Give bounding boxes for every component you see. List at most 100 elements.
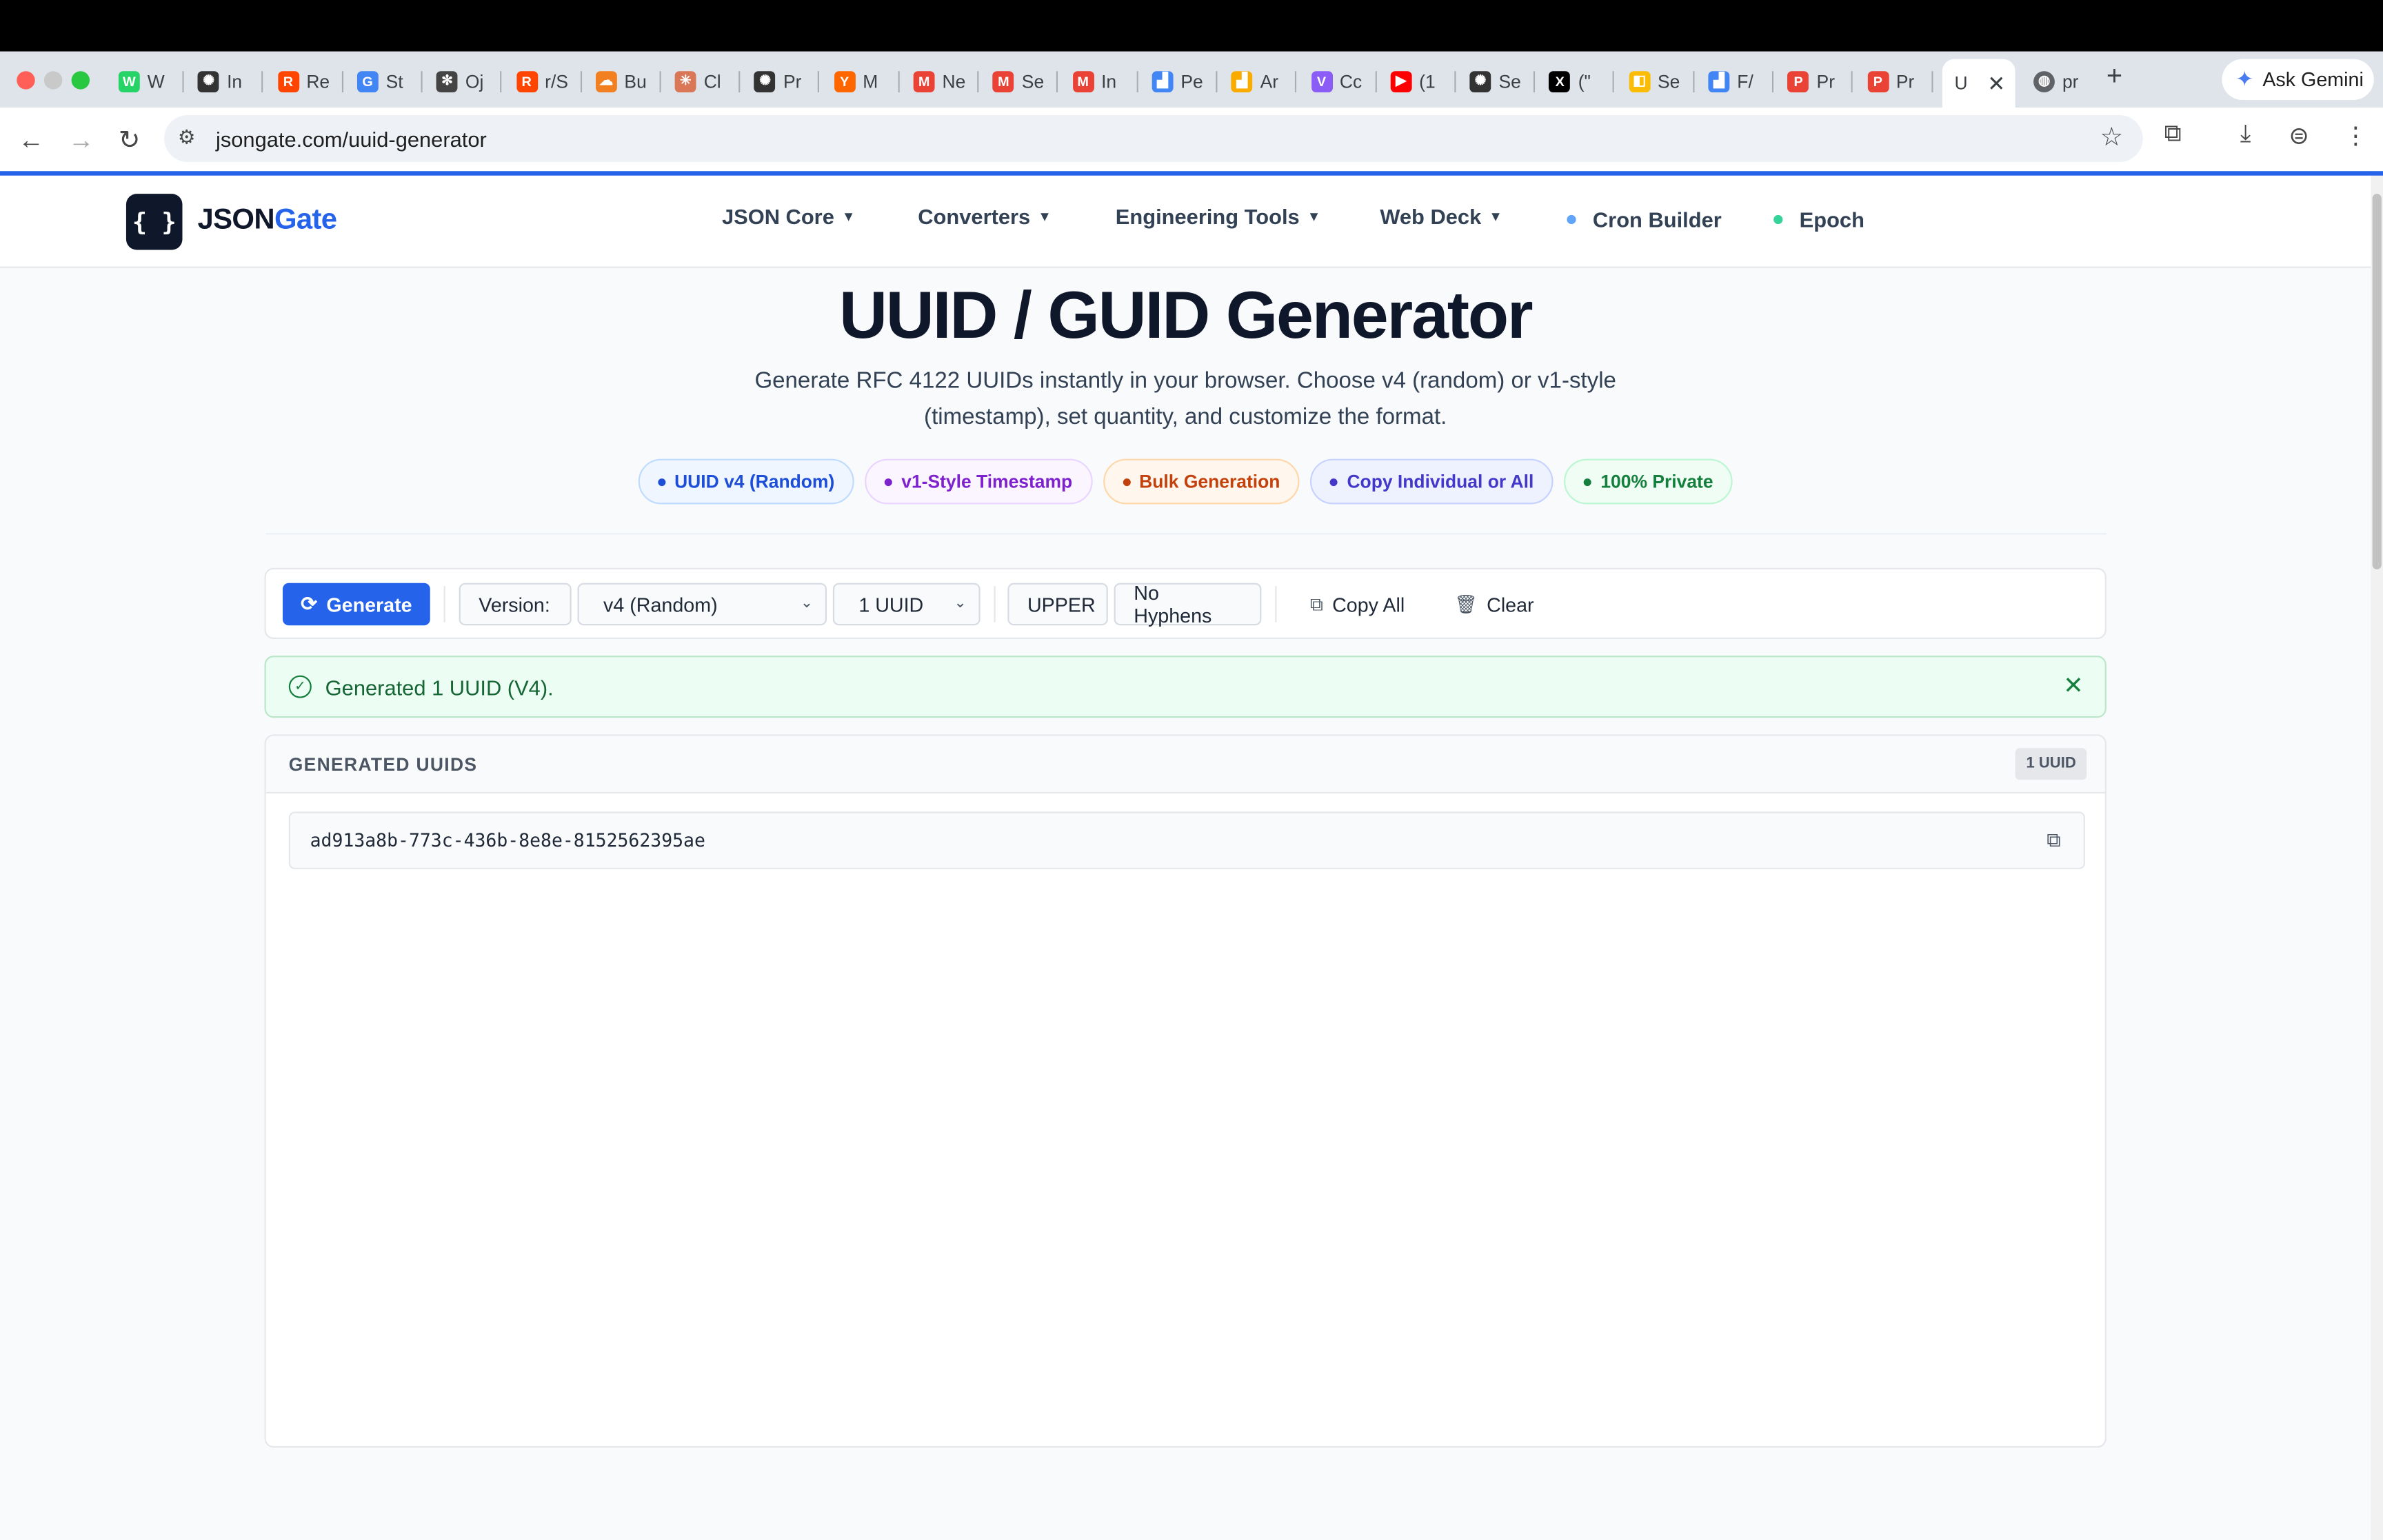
tab-separator <box>341 71 343 92</box>
url-text[interactable]: jsongate.com/uuid-generator <box>216 128 487 152</box>
browser-tab[interactable]: ▟ Ar <box>1219 61 1297 101</box>
tab-separator <box>738 71 741 92</box>
analytics-icon: ▟ <box>1231 70 1253 92</box>
badge-v1-timestamp: v1-Style Timestamp <box>865 458 1092 505</box>
minimize-window-button[interactable] <box>43 71 63 90</box>
nav-cron-builder[interactable]: Cron Builder <box>1567 207 1722 232</box>
browser-tab[interactable]: P Pr <box>1855 61 1933 101</box>
nav-converters[interactable]: Converters ▼ <box>918 205 1052 229</box>
browser-tab[interactable]: ☁ Bu <box>583 61 661 101</box>
chevron-down-icon: ⌄ <box>800 595 814 612</box>
browser-tab[interactable]: ✺ Se <box>1458 61 1536 101</box>
browser-tab[interactable]: ▟ F/ <box>1696 61 1774 101</box>
browser-tab[interactable]: YM <box>822 61 900 101</box>
close-icon[interactable]: ✕ <box>2063 671 2084 701</box>
tab-separator <box>500 71 502 92</box>
browser-tab[interactable]: ◧ Se <box>1616 61 1694 101</box>
results-title: GENERATED UUIDS <box>288 753 478 776</box>
scrollbar-thumb[interactable] <box>2372 194 2382 569</box>
browser-tab-label: Re <box>306 70 330 92</box>
tab-active[interactable]: U ✕ <box>1942 59 2015 108</box>
browser-tab[interactable]: M Ne <box>901 61 979 101</box>
extension-icon[interactable]: ⊜ <box>2289 121 2309 152</box>
upper-toggle[interactable]: UPPER <box>1007 582 1108 626</box>
copy-icon[interactable]: ⧉ <box>2047 829 2060 853</box>
browser-tab-label: Bu <box>624 70 647 92</box>
badge-dot-icon <box>657 478 665 486</box>
close-icon[interactable]: ✕ <box>1987 70 2005 96</box>
kebab-menu-icon[interactable]: ⋮ <box>2344 121 2368 152</box>
site-settings-icon[interactable]: ⚙ <box>178 125 196 150</box>
address-bar[interactable]: ⚙ jsongate.com/uuid-generator ☆ <box>164 114 2143 163</box>
back-arrow-icon[interactable]: ← <box>18 125 43 156</box>
browser-tab[interactable]: ✺ In <box>186 61 263 101</box>
badge-label: v1-Style Timestamp <box>901 471 1073 492</box>
browser-tab-label: F/ <box>1737 70 1753 92</box>
browser-tab[interactable]: ✳ Cl <box>663 61 741 101</box>
browser-tab[interactable]: V Cc <box>1298 61 1376 101</box>
reload-icon[interactable]: ↻ <box>119 125 140 156</box>
top-black-bar <box>0 0 2383 52</box>
forward-arrow-icon[interactable]: → <box>68 125 94 156</box>
quantity-select[interactable]: 1 UUID ⌄ <box>832 582 981 626</box>
divider <box>443 586 445 622</box>
results-count-badge: 1 UUID <box>2015 748 2087 780</box>
no-hyphens-toggle[interactable]: No Hyphens <box>1114 582 1262 627</box>
nav-engineering-tools-label: Engineering Tools <box>1115 204 1300 229</box>
ask-gemini-button[interactable]: ✦ Ask Gemini <box>2222 59 2374 100</box>
browser-tab[interactable]: P Pr <box>1776 61 1853 101</box>
gmail-icon: M <box>992 70 1014 92</box>
maximize-window-button[interactable] <box>71 71 90 90</box>
nav-json-core[interactable]: JSON Core ▼ <box>722 205 856 229</box>
copy-all-button[interactable]: ⧉ Copy All <box>1310 583 1405 626</box>
cast-search-icon[interactable]: ⧉ <box>2164 121 2182 149</box>
browser-tab-label: (1 <box>1419 70 1436 92</box>
browser-tab[interactable]: WW <box>106 61 184 101</box>
browser-tab-label: Pr <box>1816 70 1836 92</box>
browser-tab[interactable]: ✻ Oj <box>424 61 502 101</box>
badge-dot-icon <box>1584 478 1592 486</box>
browser-tab[interactable]: R Re <box>265 61 343 101</box>
gemini-sparkle-icon: ✦ <box>2235 66 2254 91</box>
clear-label: Clear <box>1487 593 1534 616</box>
close-window-button[interactable] <box>17 71 35 90</box>
tab-last[interactable]: ◍ pr <box>2021 61 2088 101</box>
new-tab-button[interactable]: + <box>2107 61 2122 92</box>
version-select[interactable]: v4 (Random) ⌄ <box>577 582 827 626</box>
version-select-value: v4 (Random) <box>603 593 718 616</box>
browser-tab[interactable]: ▶ (1 <box>1378 61 1456 101</box>
download-icon[interactable]: ⤓ <box>2240 121 2251 149</box>
logo-text[interactable]: JSONGate <box>198 205 338 238</box>
nav-engineering-tools[interactable]: Engineering Tools ▼ <box>1116 205 1321 229</box>
uuid-value[interactable]: ad913a8b-773c-436b-8e8e-8152562395ae <box>310 830 705 851</box>
check-circle-icon: ✓ <box>288 675 312 698</box>
browser-tab[interactable]: X (" <box>1537 61 1615 101</box>
browser-tab[interactable]: M In <box>1060 61 1138 101</box>
clear-button[interactable]: 🗑 Clear <box>1454 583 1534 626</box>
bookmark-star-icon[interactable]: ☆ <box>2100 123 2124 153</box>
browser-tab[interactable]: M Se <box>981 61 1058 101</box>
search-console-icon: ◧ <box>1629 70 1650 92</box>
browser-tab[interactable]: G St <box>345 61 423 101</box>
chevron-down-icon: ▼ <box>1489 209 1502 225</box>
browser-tab-label: In <box>227 70 243 92</box>
badge-label: 100% Private <box>1600 471 1713 492</box>
logo-icon[interactable]: { } <box>125 194 183 250</box>
browser-tab[interactable]: Rr/S <box>504 61 582 101</box>
tab-strip: W W ✺ In R Re G St ✻ Oj Rr/S ☁ Bu ✳ Cl ✺ Pr Y M M Ne M Se M In ▟ P… <box>0 51 2383 108</box>
google-icon: G <box>356 70 379 92</box>
browser-tab[interactable]: ✺ Pr <box>742 61 820 101</box>
divider <box>994 586 996 622</box>
x-icon: X <box>1549 70 1571 92</box>
nav-epoch[interactable]: Epoch <box>1773 207 1864 232</box>
nav-web-deck[interactable]: Web Deck ▼ <box>1380 205 1502 229</box>
uuid-row[interactable]: ad913a8b-773c-436b-8e8e-8152562395ae ⧉ <box>288 811 2086 869</box>
browser-tab[interactable]: ▟ Pe <box>1140 61 1218 101</box>
generate-label: Generate <box>326 593 412 616</box>
browser-tab-label: Pr <box>783 70 802 92</box>
chevron-down-icon: ⌄ <box>954 595 967 612</box>
trash-icon: 🗑 <box>1454 594 1478 615</box>
generate-button[interactable]: ⟳ Generate <box>282 582 430 626</box>
openai-icon: ✺ <box>198 70 220 92</box>
badge-dot-icon <box>1122 478 1130 486</box>
